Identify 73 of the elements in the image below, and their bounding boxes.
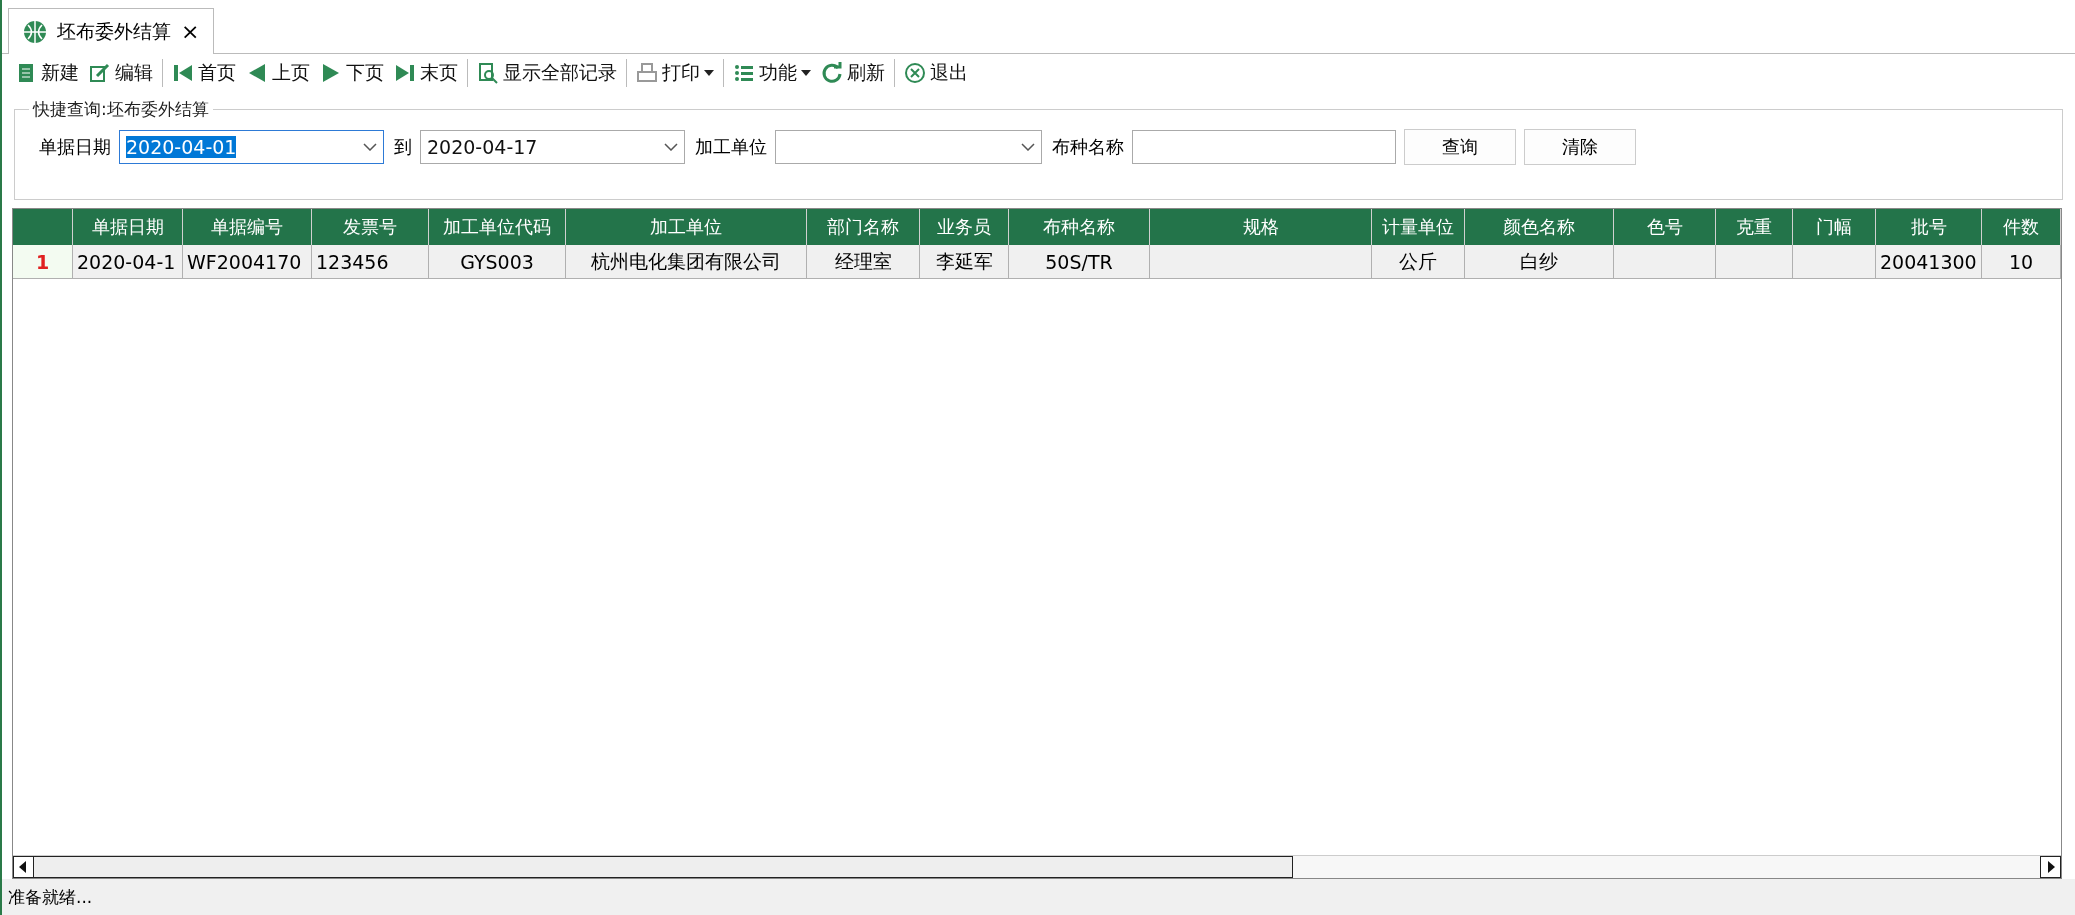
- date-field[interactable]: 2020-04-01: [119, 130, 384, 164]
- column-header[interactable]: 克重: [1716, 209, 1793, 245]
- input-field[interactable]: [1132, 130, 1396, 164]
- search-button[interactable]: 查询: [1404, 129, 1516, 165]
- toolbar-button[interactable]: 上页: [241, 57, 315, 89]
- toolbar-button[interactable]: 功能: [728, 57, 816, 89]
- chevron-down-icon: [363, 143, 377, 151]
- field-label: 加工单位: [695, 135, 767, 159]
- toolbar-button[interactable]: 下页: [315, 57, 389, 89]
- field-label: 单据日期: [39, 135, 111, 159]
- caret-icon: [801, 70, 811, 76]
- field-label: 到: [394, 135, 412, 159]
- close-circle-icon: [904, 62, 926, 84]
- table-cell: 123456: [312, 245, 429, 279]
- globe-icon: [23, 19, 47, 44]
- caret-icon: [704, 70, 714, 76]
- table-cell: WF2004170: [183, 245, 312, 279]
- table-cell: 20041300: [1876, 245, 1982, 279]
- toolbar-button[interactable]: 编辑: [84, 57, 158, 89]
- toolbar-button[interactable]: 退出: [899, 57, 973, 89]
- chevron-down-icon: [664, 143, 678, 151]
- printer-icon: [636, 62, 658, 84]
- column-header[interactable]: 颜色名称: [1465, 209, 1614, 245]
- tab-title: 坯布委外结算: [57, 18, 171, 44]
- table-cell: 白纱: [1465, 245, 1614, 279]
- toolbar-button[interactable]: 末页: [389, 57, 463, 89]
- column-header[interactable]: 门幅: [1793, 209, 1876, 245]
- horizontal-scrollbar[interactable]: [13, 855, 2061, 878]
- column-header[interactable]: 加工单位代码: [429, 209, 566, 245]
- scrollbar-thumb-drawing[interactable]: [13, 856, 1293, 878]
- skip-first-icon: [172, 62, 194, 84]
- column-header[interactable]: 单据日期: [73, 209, 183, 245]
- table-cell: 经理室: [807, 245, 920, 279]
- column-header[interactable]: 加工单位: [566, 209, 807, 245]
- table-cell: 李延军: [920, 245, 1009, 279]
- toolbar-button[interactable]: 首页: [167, 57, 241, 89]
- column-header[interactable]: 发票号: [312, 209, 429, 245]
- column-header[interactable]: 业务员: [920, 209, 1009, 245]
- table-cell: 杭州电化集团有限公司: [566, 245, 807, 279]
- clear-button[interactable]: 清除: [1524, 129, 1636, 165]
- column-header[interactable]: 部门名称: [807, 209, 920, 245]
- table-cell: GYS003: [429, 245, 566, 279]
- panel-title: 快捷查询:坯布委外结算: [31, 98, 210, 121]
- field-label: 布种名称: [1052, 135, 1124, 159]
- toolbar-button[interactable]: 刷新: [816, 57, 890, 89]
- toolbar-button[interactable]: 打印: [631, 57, 719, 89]
- column-header[interactable]: 计量单位: [1372, 209, 1465, 245]
- column-header[interactable]: 色号: [1614, 209, 1716, 245]
- scroll-right-icon[interactable]: [2040, 856, 2061, 878]
- dropdown-field[interactable]: [775, 130, 1042, 164]
- table-cell: 10: [1982, 245, 2061, 279]
- magnifier-document-icon: [477, 62, 499, 84]
- toolbar-button[interactable]: 显示全部记录: [472, 57, 622, 89]
- list-icon: [733, 62, 755, 84]
- close-button[interactable]: ×: [181, 19, 200, 44]
- status-text: 准备就绪...: [2, 879, 2075, 915]
- column-header[interactable]: 布种名称: [1009, 209, 1150, 245]
- refresh-icon: [821, 62, 843, 84]
- table-cell: 公斤: [1372, 245, 1465, 279]
- corner-header: [13, 209, 73, 245]
- pencil-icon: [89, 62, 111, 84]
- table-cell: 50S/TR: [1009, 245, 1150, 279]
- skip-last-icon: [394, 62, 416, 84]
- column-header[interactable]: 单据编号: [183, 209, 312, 245]
- column-header[interactable]: 批号: [1876, 209, 1982, 245]
- toolbar-button[interactable]: 新建: [10, 57, 84, 89]
- column-header[interactable]: 规格: [1150, 209, 1372, 245]
- chevron-down-icon: [1021, 143, 1035, 151]
- document-tab[interactable]: 坯布委外结算 ×: [8, 8, 215, 54]
- row-number[interactable]: 1: [13, 245, 73, 279]
- table-cell: 2020-04-1: [73, 245, 183, 279]
- column-header[interactable]: 件数: [1982, 209, 2061, 245]
- date-field[interactable]: 2020-04-17: [420, 130, 685, 164]
